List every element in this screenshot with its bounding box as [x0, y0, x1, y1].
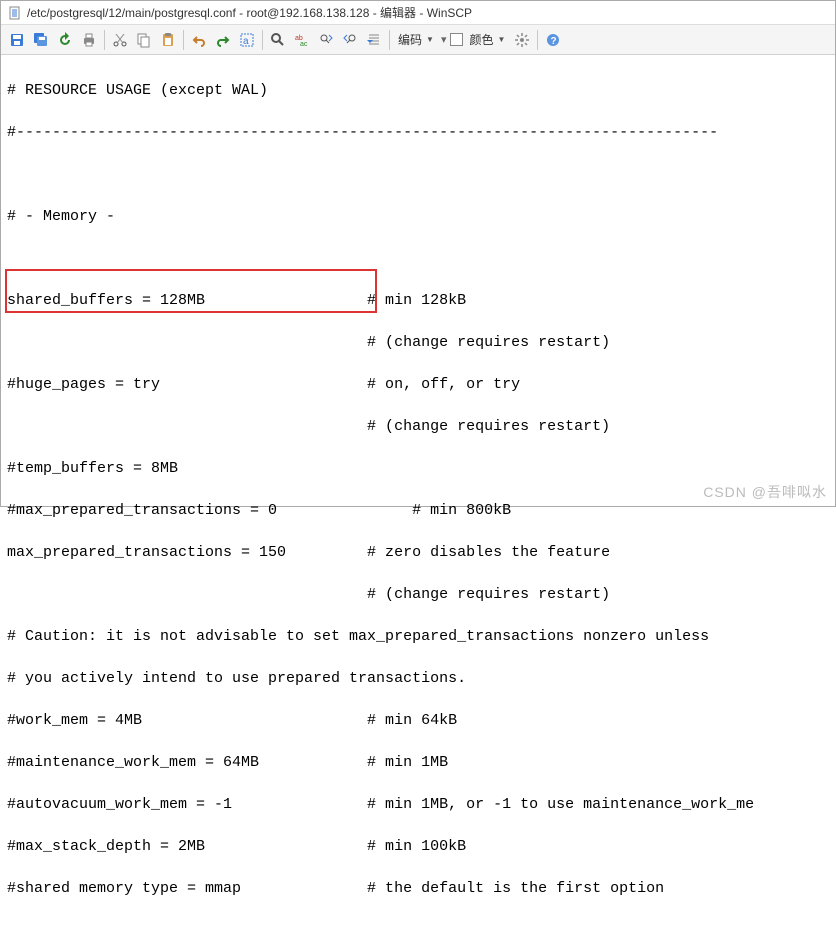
- dash-separator: ▾: [439, 33, 449, 46]
- file-icon: [7, 5, 23, 21]
- code-line: [7, 164, 829, 185]
- settings-button[interactable]: [510, 28, 534, 52]
- chevron-down-icon: ▼: [497, 35, 505, 44]
- code-line: # (change requires restart): [7, 584, 829, 605]
- svg-text:a: a: [243, 36, 249, 47]
- separator: [389, 30, 390, 50]
- copy-button[interactable]: [132, 28, 156, 52]
- code-line: #work_mem = 4MB # min 64kB: [7, 710, 829, 731]
- code-line: #huge_pages = try # on, off, or try: [7, 374, 829, 395]
- titlebar: /etc/postgresql/12/main/postgresql.conf …: [1, 1, 835, 25]
- cut-button[interactable]: [108, 28, 132, 52]
- code-line: #autovacuum_work_mem = -1 # min 1MB, or …: [7, 794, 829, 815]
- paste-button[interactable]: [156, 28, 180, 52]
- color-checkbox[interactable]: [448, 28, 464, 52]
- code-line: #max_prepared_transactions = 0 # min 800…: [7, 500, 829, 521]
- code-line: #maintenance_work_mem = 64MB # min 1MB: [7, 752, 829, 773]
- code-line: # (change requires restart): [7, 416, 829, 437]
- reload-button[interactable]: [53, 28, 77, 52]
- code-line: [7, 248, 829, 269]
- goto-line-button[interactable]: [362, 28, 386, 52]
- select-all-button[interactable]: a: [235, 28, 259, 52]
- code-line: # you actively intend to use prepared tr…: [7, 668, 829, 689]
- save-all-button[interactable]: [29, 28, 53, 52]
- separator: [104, 30, 105, 50]
- find-next-button[interactable]: [314, 28, 338, 52]
- code-line: #shared memory type = mmap # the default…: [7, 878, 829, 899]
- code-line: max_prepared_transactions = 150 # zero d…: [7, 542, 829, 563]
- color-label: 颜色: [469, 31, 493, 48]
- replace-button[interactable]: abac: [290, 28, 314, 52]
- window-title: /etc/postgresql/12/main/postgresql.conf …: [27, 4, 472, 21]
- svg-text:?: ?: [551, 36, 557, 47]
- print-button[interactable]: [77, 28, 101, 52]
- redo-button[interactable]: [211, 28, 235, 52]
- code-line: #temp_buffers = 8MB: [7, 458, 829, 479]
- code-line: # RESOURCE USAGE (except WAL): [7, 80, 829, 101]
- separator: [183, 30, 184, 50]
- chevron-down-icon: ▼: [426, 35, 434, 44]
- undo-button[interactable]: [187, 28, 211, 52]
- encoding-dropdown[interactable]: 编码 ▼: [393, 28, 439, 52]
- code-line: shared_buffers = 128MB # min 128kB: [7, 290, 829, 311]
- toolbar: a abac 编码 ▼ ▾ 颜色 ▼ ?: [1, 25, 835, 55]
- svg-text:ac: ac: [300, 41, 308, 48]
- encoding-label: 编码: [398, 31, 422, 48]
- find-prev-button[interactable]: [338, 28, 362, 52]
- code-line: # Caution: it is not advisable to set ma…: [7, 626, 829, 647]
- save-button[interactable]: [5, 28, 29, 52]
- help-button[interactable]: ?: [541, 28, 565, 52]
- find-button[interactable]: [266, 28, 290, 52]
- code-line: # - Memory -: [7, 206, 829, 227]
- color-dropdown[interactable]: 颜色 ▼: [464, 28, 510, 52]
- watermark: CSDN @吾啡㕽水: [703, 482, 827, 502]
- code-line: #---------------------------------------…: [7, 122, 829, 143]
- separator: [537, 30, 538, 50]
- code-line: #max_stack_depth = 2MB # min 100kB: [7, 836, 829, 857]
- code-line: # (change requires restart): [7, 332, 829, 353]
- separator: [262, 30, 263, 50]
